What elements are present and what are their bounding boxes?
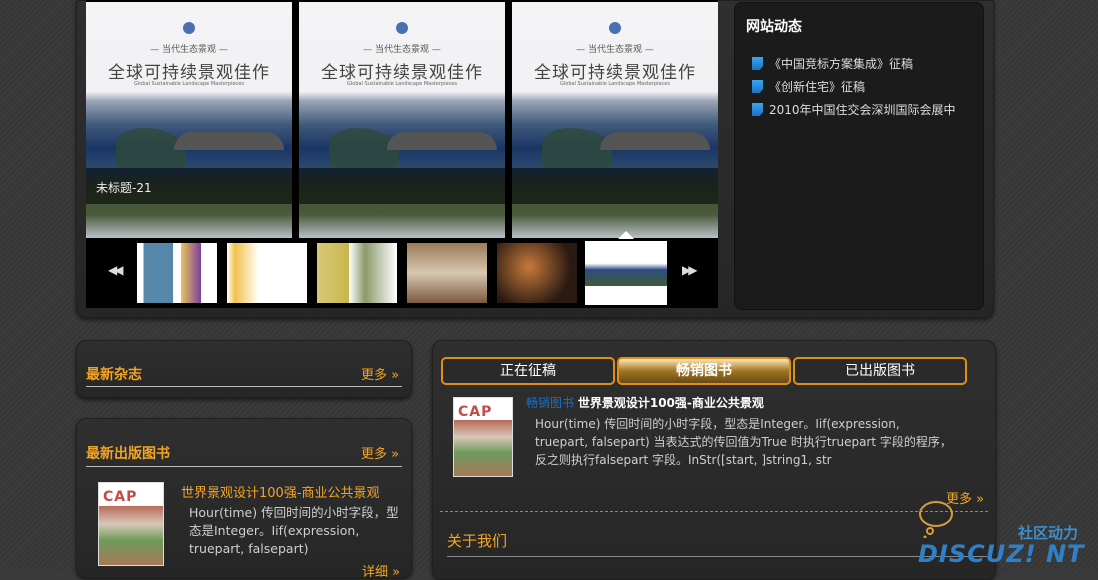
- slide-en-title: Global Sustainable Landscape Masterpiece…: [134, 81, 244, 87]
- book-title-link[interactable]: 世界景观设计100强-商业公共景观: [181, 482, 380, 501]
- magazines-title: 最新杂志: [86, 367, 142, 383]
- magazines-more-link[interactable]: 更多 »: [361, 364, 399, 383]
- site-news-title: 网站动态: [746, 19, 802, 35]
- thumbnail-3[interactable]: [317, 243, 397, 303]
- note-icon: [752, 57, 763, 70]
- slide-en-title: Global Sustainable Landscape Masterpiece…: [347, 81, 457, 87]
- site-news-box: [734, 2, 984, 310]
- news-item[interactable]: 《中国竞标方案集成》征稿: [752, 55, 913, 72]
- slide-title: 全球可持续景观佳作: [321, 63, 483, 83]
- badge-icon: [183, 22, 195, 34]
- news-item[interactable]: 《创新住宅》征稿: [752, 78, 865, 95]
- note-icon: [752, 103, 763, 116]
- slide-building: [174, 132, 284, 150]
- news-item[interactable]: 2010年中国住交会深圳国际会展中: [752, 101, 956, 118]
- news-item-label: 《创新住宅》征稿: [769, 80, 866, 94]
- slide-building: [387, 132, 497, 150]
- speech-bubble-icon: [919, 501, 953, 538]
- slide-subtitle: — 当代生态景观 —: [576, 45, 654, 55]
- tab-published-books[interactable]: 已出版图书: [793, 357, 967, 385]
- slide-title: 全球可持续景观佳作: [534, 63, 696, 83]
- bestseller-title-link[interactable]: 世界景观设计100强-商业公共景观: [578, 396, 764, 410]
- slide-title: 全球可持续景观佳作: [108, 63, 270, 83]
- thumbnail-6[interactable]: [585, 241, 667, 305]
- book-description: Hour(time) 传回时间的小时字段，型态是Integer。Iif(expr…: [189, 505, 399, 556]
- dashed-divider: [440, 511, 988, 512]
- news-item-label: 《中国竞标方案集成》征稿: [769, 57, 914, 71]
- thumbnail-5[interactable]: [497, 243, 577, 303]
- thumbnail-1[interactable]: [137, 243, 217, 303]
- book-cover-text: CAP: [458, 404, 493, 420]
- books-title: 最新出版图书: [86, 446, 170, 462]
- thumbnail-4[interactable]: [407, 243, 487, 303]
- badge-icon: [609, 22, 621, 34]
- note-icon: [752, 80, 763, 93]
- divider: [86, 466, 402, 467]
- book-cover[interactable]: CAP: [98, 482, 164, 566]
- bestseller-heading: 畅销图书 世界景观设计100强-商业公共景观: [526, 394, 764, 411]
- active-pointer-icon: [618, 231, 634, 239]
- discuz-watermark: 社区动力 DISCUZ! NT: [918, 498, 1090, 568]
- bestseller-description: Hour(time) 传回时间的小时字段，型态是Integer。Iif(expr…: [535, 417, 952, 467]
- about-us-title: 关于我们: [447, 532, 508, 550]
- next-arrow-icon[interactable]: ▶▶: [682, 263, 698, 277]
- tab-call-for-papers[interactable]: 正在征稿: [441, 357, 615, 385]
- slide-en-title: Global Sustainable Landscape Masterpiece…: [560, 81, 670, 87]
- slide-subtitle: — 当代生态景观 —: [363, 45, 441, 55]
- caption-bar: [86, 168, 718, 204]
- image-slider: — 当代生态景观 — 全球可持续景观佳作 Global Sustainable …: [86, 0, 718, 308]
- slide-caption: 未标题-21: [96, 181, 152, 195]
- divider: [447, 556, 987, 557]
- bestseller-tag-link[interactable]: 畅销图书: [526, 396, 574, 410]
- books-more-link[interactable]: 更多 »: [361, 443, 399, 462]
- prev-arrow-icon[interactable]: ◀◀: [108, 263, 124, 277]
- book-detail-link[interactable]: 详细 »: [362, 561, 400, 580]
- tab-bestsellers[interactable]: 畅销图书: [617, 357, 791, 385]
- thumbnail-2[interactable]: [227, 243, 307, 303]
- news-item-label: 2010年中国住交会深圳国际会展中: [769, 103, 956, 117]
- book-cover-text: CAP: [103, 489, 138, 505]
- bestseller-cover[interactable]: CAP: [453, 397, 513, 477]
- watermark-line2: DISCUZ! NT: [918, 540, 1085, 568]
- badge-icon: [396, 22, 408, 34]
- divider: [86, 386, 402, 387]
- slide-subtitle: — 当代生态景观 —: [150, 45, 228, 55]
- slide-building: [600, 132, 710, 150]
